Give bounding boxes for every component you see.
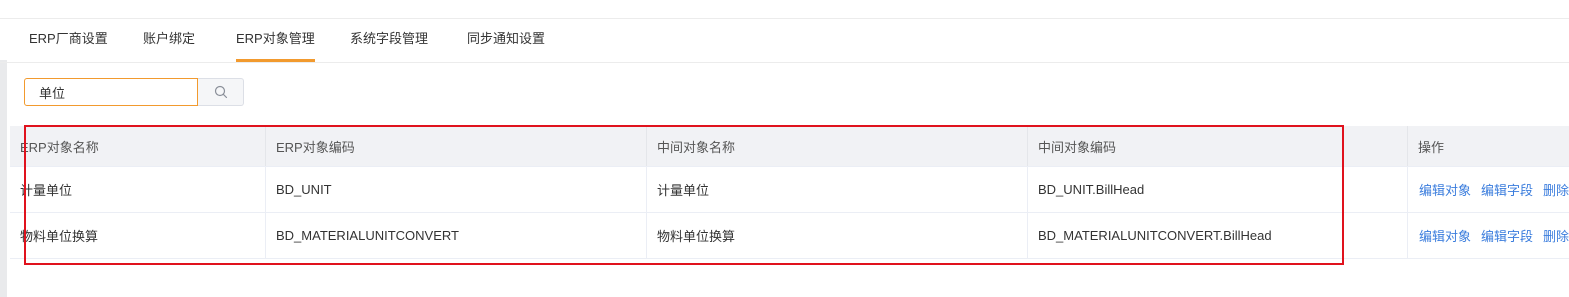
column-header-erp-object-name[interactable]: ERP对象名称 xyxy=(20,126,99,166)
table-row: 计量单位 BD_UNIT 计量单位 BD_UNIT.BillHead 编辑对象 … xyxy=(10,167,1569,213)
cell-middle-object-code: BD_MATERIALUNITCONVERT.BillHead xyxy=(1038,228,1272,243)
column-header-middle-object-code[interactable]: 中间对象编码 xyxy=(1038,126,1116,166)
tab-system-field-management[interactable]: 系统字段管理 xyxy=(350,19,428,62)
search-icon xyxy=(214,85,228,99)
delete-link[interactable]: 删除 xyxy=(1543,180,1569,199)
edit-fields-link[interactable]: 编辑字段 xyxy=(1481,226,1533,245)
tab-account-binding[interactable]: 账户绑定 xyxy=(143,19,195,62)
search-input[interactable] xyxy=(24,78,198,106)
cell-erp-object-name: 计量单位 xyxy=(20,183,73,198)
cell-erp-object-code: BD_UNIT xyxy=(276,182,332,197)
cell-erp-object-code: BD_MATERIALUNITCONVERT xyxy=(276,228,459,243)
column-header-actions: 操作 xyxy=(1418,139,1445,155)
column-divider xyxy=(1407,126,1408,166)
column-header-erp-object-code[interactable]: ERP对象编码 xyxy=(276,126,355,166)
column-divider xyxy=(1027,213,1028,258)
column-divider xyxy=(1027,167,1028,212)
column-divider xyxy=(646,126,647,166)
search-button[interactable] xyxy=(198,78,244,106)
search-bar xyxy=(24,78,244,106)
delete-link[interactable]: 删除 xyxy=(1543,226,1569,245)
column-divider xyxy=(265,126,266,166)
cell-actions: 编辑对象 编辑字段 删除 xyxy=(1419,213,1569,258)
cell-middle-object-name: 计量单位 xyxy=(657,183,710,198)
cell-middle-object-name: 物料单位换算 xyxy=(657,229,736,244)
column-divider xyxy=(265,167,266,212)
left-scroll-strip xyxy=(0,60,7,297)
column-divider xyxy=(265,213,266,258)
edit-object-link[interactable]: 编辑对象 xyxy=(1419,180,1471,199)
column-divider xyxy=(1407,167,1408,212)
edit-fields-link[interactable]: 编辑字段 xyxy=(1481,180,1533,199)
column-divider xyxy=(1407,213,1408,258)
column-header-middle-object-name[interactable]: 中间对象名称 xyxy=(657,126,735,166)
table-row: 物料单位换算 BD_MATERIALUNITCONVERT 物料单位换算 BD_… xyxy=(10,213,1569,259)
column-divider xyxy=(1027,126,1028,166)
tab-sync-notification-settings[interactable]: 同步通知设置 xyxy=(467,19,545,62)
page: ERP厂商设置 账户绑定 ERP对象管理 系统字段管理 同步通知设置 ERP对象… xyxy=(0,0,1569,297)
column-divider xyxy=(646,167,647,212)
tab-erp-object-management[interactable]: ERP对象管理 xyxy=(236,19,315,62)
erp-object-table: ERP对象名称 ERP对象编码 中间对象名称 中间对象编码 操作 计量单位 BD… xyxy=(10,126,1569,259)
cell-erp-object-name: 物料单位换算 xyxy=(20,229,99,244)
cell-middle-object-code: BD_UNIT.BillHead xyxy=(1038,182,1145,197)
cell-actions: 编辑对象 编辑字段 删除 xyxy=(1419,167,1569,212)
tab-bar: ERP厂商设置 账户绑定 ERP对象管理 系统字段管理 同步通知设置 xyxy=(0,19,1569,63)
column-divider xyxy=(646,213,647,258)
table-header: ERP对象名称 ERP对象编码 中间对象名称 中间对象编码 操作 xyxy=(10,126,1569,167)
edit-object-link[interactable]: 编辑对象 xyxy=(1419,226,1471,245)
tab-erp-vendor-settings[interactable]: ERP厂商设置 xyxy=(29,19,108,62)
